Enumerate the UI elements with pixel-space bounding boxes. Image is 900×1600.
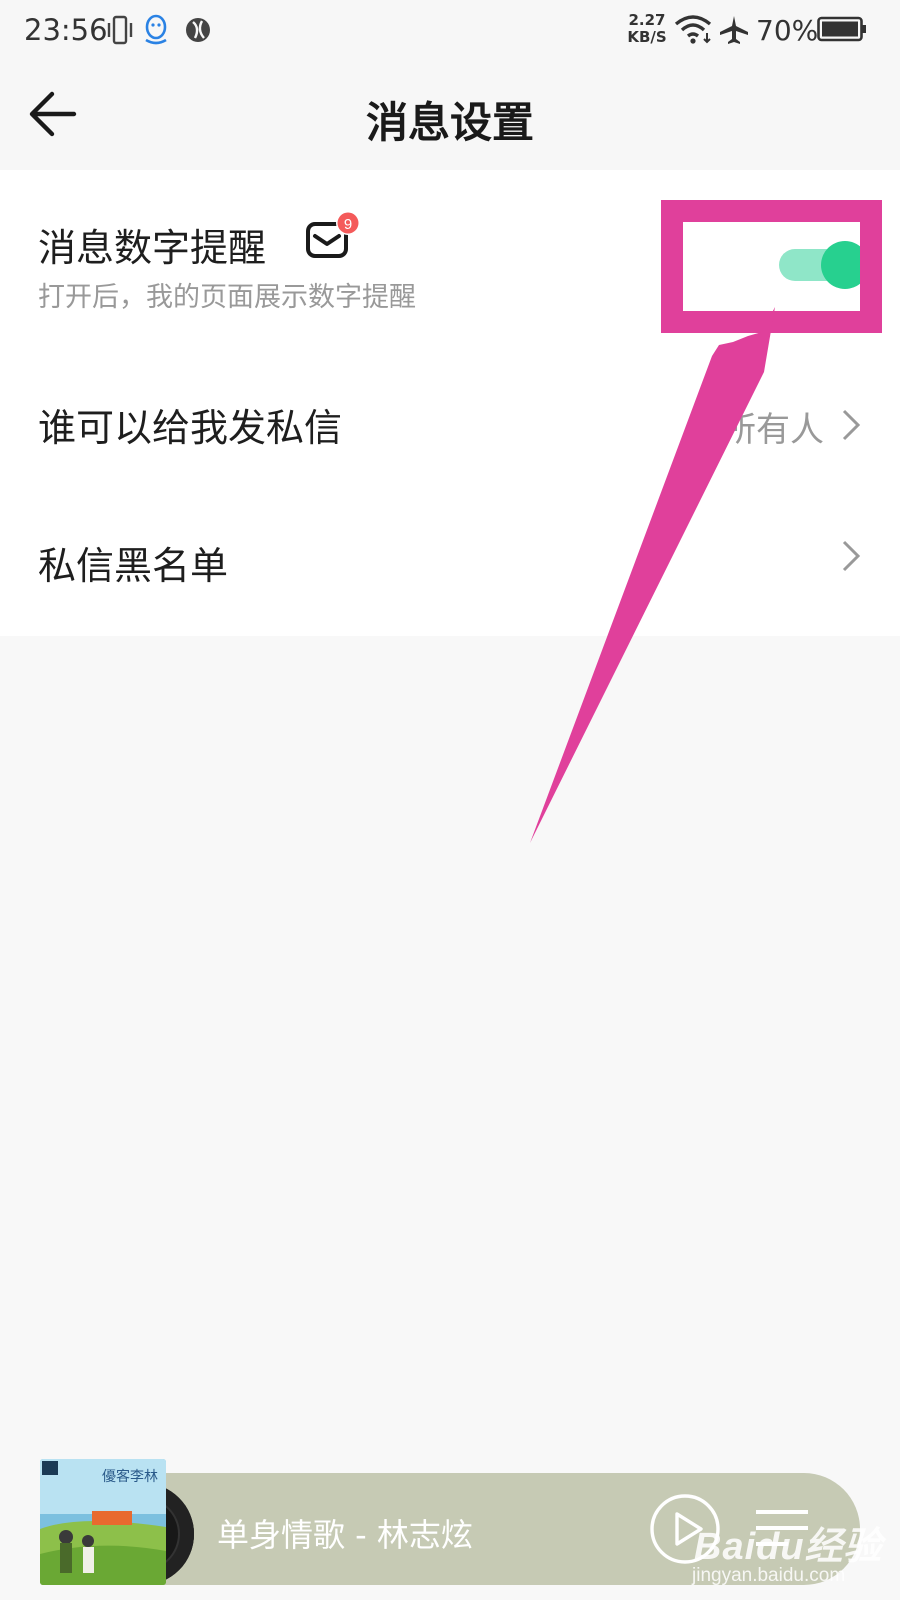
page-title: 消息设置 xyxy=(365,98,534,147)
qq-icon xyxy=(145,14,167,45)
watermark-url: jingyan.baidu.com xyxy=(692,1565,846,1586)
network-speed: 2.27 KB/S xyxy=(624,12,670,46)
blacklist-title: 私信黑名单 xyxy=(38,544,229,588)
chevron-right-icon xyxy=(842,409,861,441)
private-message-value: 所有人 xyxy=(722,410,824,450)
setting-row-blacklist[interactable]: 私信黑名单 xyxy=(0,500,900,636)
status-bar: 23:56 2.27 KB/S 70% xyxy=(0,0,900,62)
album-cover[interactable]: 優客李林 xyxy=(40,1459,166,1585)
badge-reminder-subtitle: 打开后，我的页面展示数字提醒 xyxy=(38,282,416,313)
album-cover-art: 優客李林 xyxy=(40,1459,166,1585)
vibrate-icon xyxy=(107,15,133,45)
battery-icon xyxy=(817,16,866,42)
watermark-logo: Baidu经验 xyxy=(694,1526,883,1568)
network-speed-value: 2.27 xyxy=(628,11,666,29)
album-cover-text: 優客李林 xyxy=(102,1468,158,1485)
mail-badge-icon: 9 xyxy=(306,211,360,258)
wifi-icon xyxy=(674,15,712,44)
badge-reminder-title: 消息数字提醒 xyxy=(38,226,267,270)
battery-percent: 70% xyxy=(756,14,819,47)
airplane-icon xyxy=(720,16,748,44)
status-time: 23:56 xyxy=(24,13,108,47)
browser-icon xyxy=(186,18,210,42)
settings-list: 消息数字提醒 9 打开后，我的页面展示数字提醒 谁可以给我发私信 所有人 私信黑… xyxy=(0,170,900,636)
network-speed-unit: KB/S xyxy=(627,28,667,46)
toggle-knob xyxy=(821,241,869,289)
setting-row-badge-reminder: 消息数字提醒 9 打开后，我的页面展示数字提醒 xyxy=(0,170,900,350)
badge-count: 9 xyxy=(344,216,352,233)
watermark: Baidu经验 jingyan.baidu.com xyxy=(688,1515,888,1590)
badge-reminder-toggle[interactable] xyxy=(779,240,869,290)
setting-row-private-message[interactable]: 谁可以给我发私信 所有人 xyxy=(0,350,900,500)
header: 消息设置 xyxy=(0,62,900,170)
now-playing-title: 单身情歌 - 林志炫 xyxy=(217,1516,473,1554)
private-message-title: 谁可以给我发私信 xyxy=(38,406,343,450)
chevron-right-icon xyxy=(842,540,861,572)
